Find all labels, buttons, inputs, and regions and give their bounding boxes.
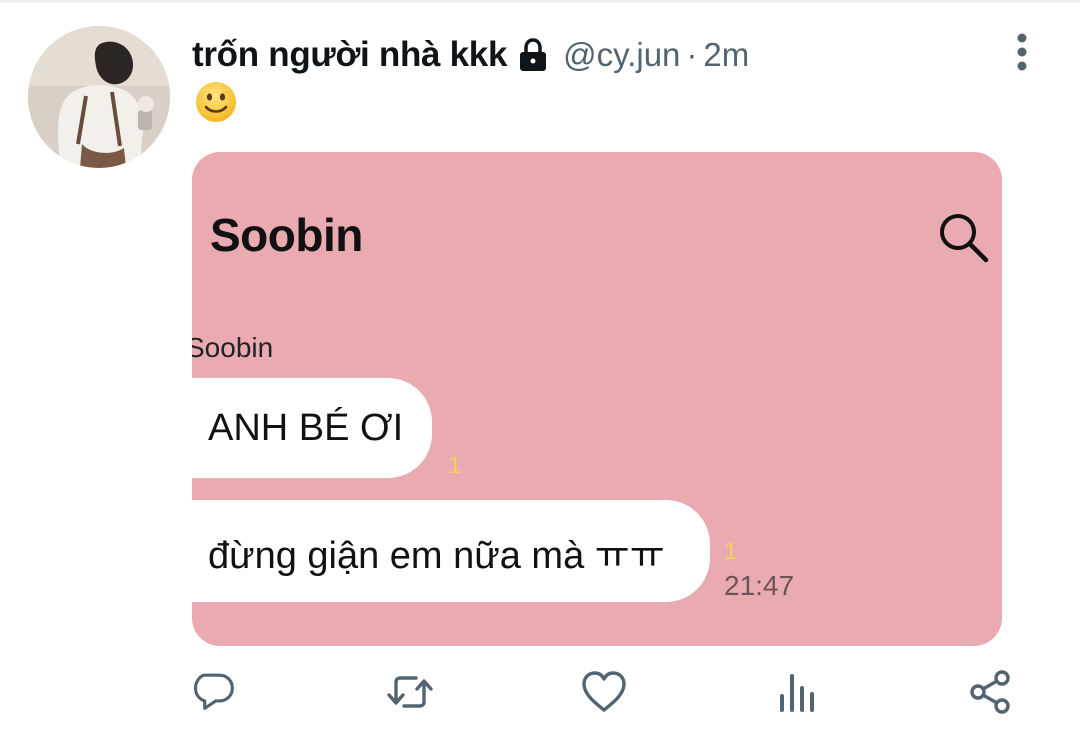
unread-count: 1 xyxy=(724,538,738,565)
top-divider xyxy=(0,0,1080,3)
user-handle[interactable]: @cy.jun xyxy=(563,36,680,74)
share-icon[interactable] xyxy=(966,668,1014,716)
chat-bubble: đừng giận em nữa mà ㅠㅠ xyxy=(192,500,710,602)
lock-icon xyxy=(515,37,551,73)
chat-message-text: đừng giận em nữa mà ㅠㅠ xyxy=(208,534,665,577)
chat-sender-name: Soobin xyxy=(192,332,274,363)
tweet-media-image[interactable]: Soobin Soobin ANH BÉ ƠI 1 đừng giận em n… xyxy=(192,152,1002,646)
tweet-time[interactable]: 2m xyxy=(703,36,749,74)
views-icon[interactable] xyxy=(774,668,822,716)
slightly-smiling-emoji xyxy=(194,80,238,124)
heart-icon[interactable] xyxy=(580,668,628,716)
separator-dot: · xyxy=(686,36,698,73)
message-time: 21:47 xyxy=(724,570,795,601)
tweet-page: trốn người nhà kkk @cy.jun · 2m Soobin S… xyxy=(0,0,1080,736)
reply-icon[interactable] xyxy=(190,668,238,716)
display-name[interactable]: trốn người nhà kkk xyxy=(192,35,507,75)
avatar[interactable] xyxy=(28,26,170,168)
chat-title: Soobin xyxy=(210,209,363,261)
tweet-header: trốn người nhà kkk @cy.jun · 2m xyxy=(192,30,749,80)
chat-bubble: ANH BÉ ƠI xyxy=(192,378,432,478)
unread-count: 1 xyxy=(448,452,462,479)
retweet-icon[interactable] xyxy=(386,668,434,716)
more-vertical-icon[interactable] xyxy=(1004,32,1040,72)
search-icon xyxy=(934,208,992,266)
chat-message-text: ANH BÉ ƠI xyxy=(208,406,404,449)
